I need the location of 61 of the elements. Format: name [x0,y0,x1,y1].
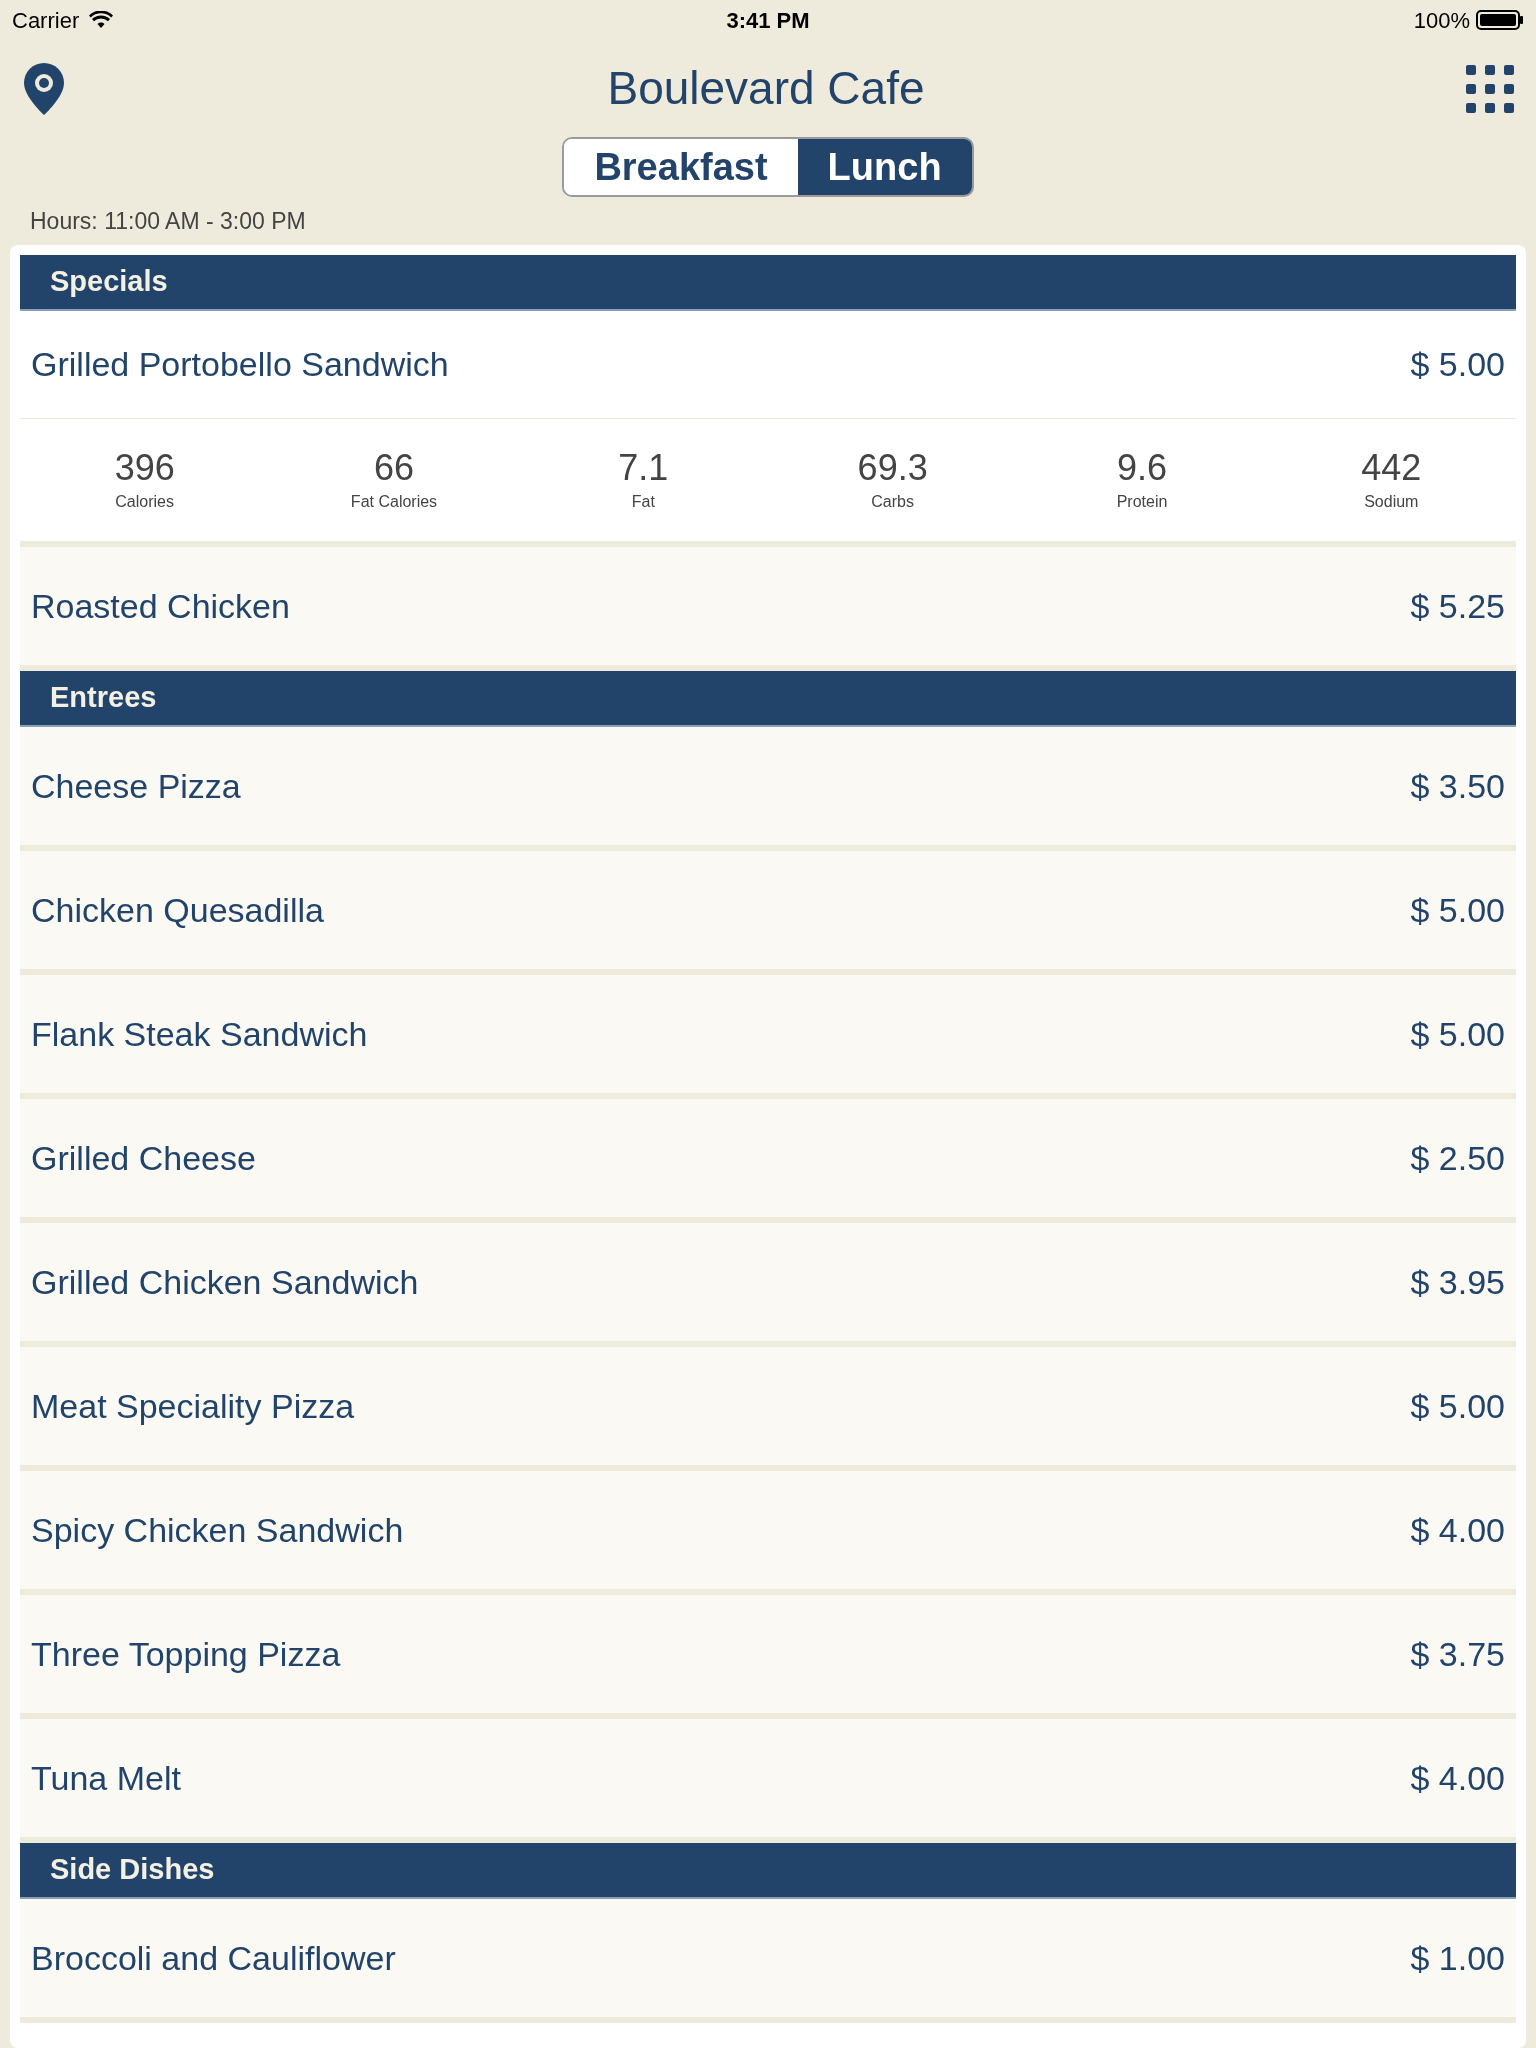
item-price: $ 2.50 [1410,1137,1505,1179]
item-name: Chicken Quesadilla [31,889,324,931]
item-name: Meat Speciality Pizza [31,1385,355,1427]
item-price: $ 3.50 [1410,765,1505,807]
menu-item-row[interactable]: Tuna Melt $ 4.00 [20,1719,1516,1837]
item-name: Cheese Pizza [31,765,241,807]
grid-menu-icon[interactable] [1466,64,1514,113]
item-price: $ 5.00 [1410,889,1505,931]
item-name: Spicy Chicken Sandwich [31,1509,404,1551]
menu-item-row[interactable]: Spicy Chicken Sandwich $ 4.00 [20,1471,1516,1589]
nutrition-value: 442 [1361,446,1422,490]
item-name: Grilled Chicken Sandwich [31,1261,419,1303]
battery-icon [1476,10,1524,30]
item-price: $ 5.00 [1410,1385,1505,1427]
menu-item-row[interactable]: Chicken Quesadilla $ 5.00 [20,851,1516,969]
section-title: Specials [50,264,168,300]
item-price: $ 5.00 [1410,344,1505,385]
menu-item-row[interactable]: Broccoli and Cauliflower $ 1.00 [20,1899,1516,2017]
carrier-label: Carrier [12,6,80,35]
meal-tab[interactable]: Breakfast [564,139,798,195]
nutrition-value: 66 [373,446,414,490]
item-name: Flank Steak Sandwich [31,1013,368,1055]
section-title: Entrees [50,680,157,716]
item-price: $ 4.00 [1410,1757,1505,1799]
meal-tab[interactable]: Lunch [797,139,972,195]
nutrition-label: Carbs [871,492,914,512]
nutrition-label: Calories [115,492,174,512]
menu-item-row[interactable]: Cheese Pizza $ 3.50 [20,727,1516,845]
menu-item-row[interactable]: Flank Steak Sandwich $ 5.00 [20,975,1516,1093]
nutrition-value: 9.6 [1116,446,1167,490]
item-name: Three Topping Pizza [31,1633,341,1675]
item-name: Tuna Melt [31,1757,181,1799]
item-price: $ 3.95 [1410,1261,1505,1303]
menu-item-row[interactable]: Three Topping Pizza $ 3.75 [20,1595,1516,1713]
item-name: Grilled Cheese [31,1137,256,1179]
item-price: $ 1.00 [1410,1937,1505,1979]
hours-text: Hours: 11:00 AM - 3:00 PM [30,206,306,236]
nutrition-label: Protein [1116,492,1168,512]
nutrition-value: 7.1 [618,446,669,490]
item-price: $ 4.00 [1410,1509,1505,1551]
location-pin-icon[interactable] [22,60,66,117]
item-price: $ 5.00 [1410,1013,1505,1055]
menu-item-row[interactable]: Grilled Cheese $ 2.50 [20,1099,1516,1217]
battery-percent: 100% [1413,6,1470,35]
nutrition-label: Fat Calories [350,492,438,512]
item-price: $ 5.25 [1410,585,1505,627]
item-name: Grilled Portobello Sandwich [31,344,449,385]
item-price: $ 3.75 [1410,1633,1505,1675]
menu-item-row[interactable]: Roasted Chicken $ 5.25 [20,547,1516,665]
nutrition-label: Sodium [1364,492,1419,512]
nutrition-value: 69.3 [857,446,928,490]
menu-item-row[interactable]: Grilled Chicken Sandwich $ 3.95 [20,1223,1516,1341]
wifi-icon [89,11,114,29]
status-time: 3:41 PM [726,6,810,35]
nutrition-value: 396 [114,446,175,490]
menu-item-row[interactable]: Meat Speciality Pizza $ 5.00 [20,1347,1516,1465]
nutrition-label: Fat [631,492,655,512]
item-name: Broccoli and Cauliflower [31,1937,396,1979]
cafe-title: Boulevard Cafe [607,61,925,116]
section-title: Side Dishes [50,1852,215,1888]
item-name: Roasted Chicken [31,585,290,627]
